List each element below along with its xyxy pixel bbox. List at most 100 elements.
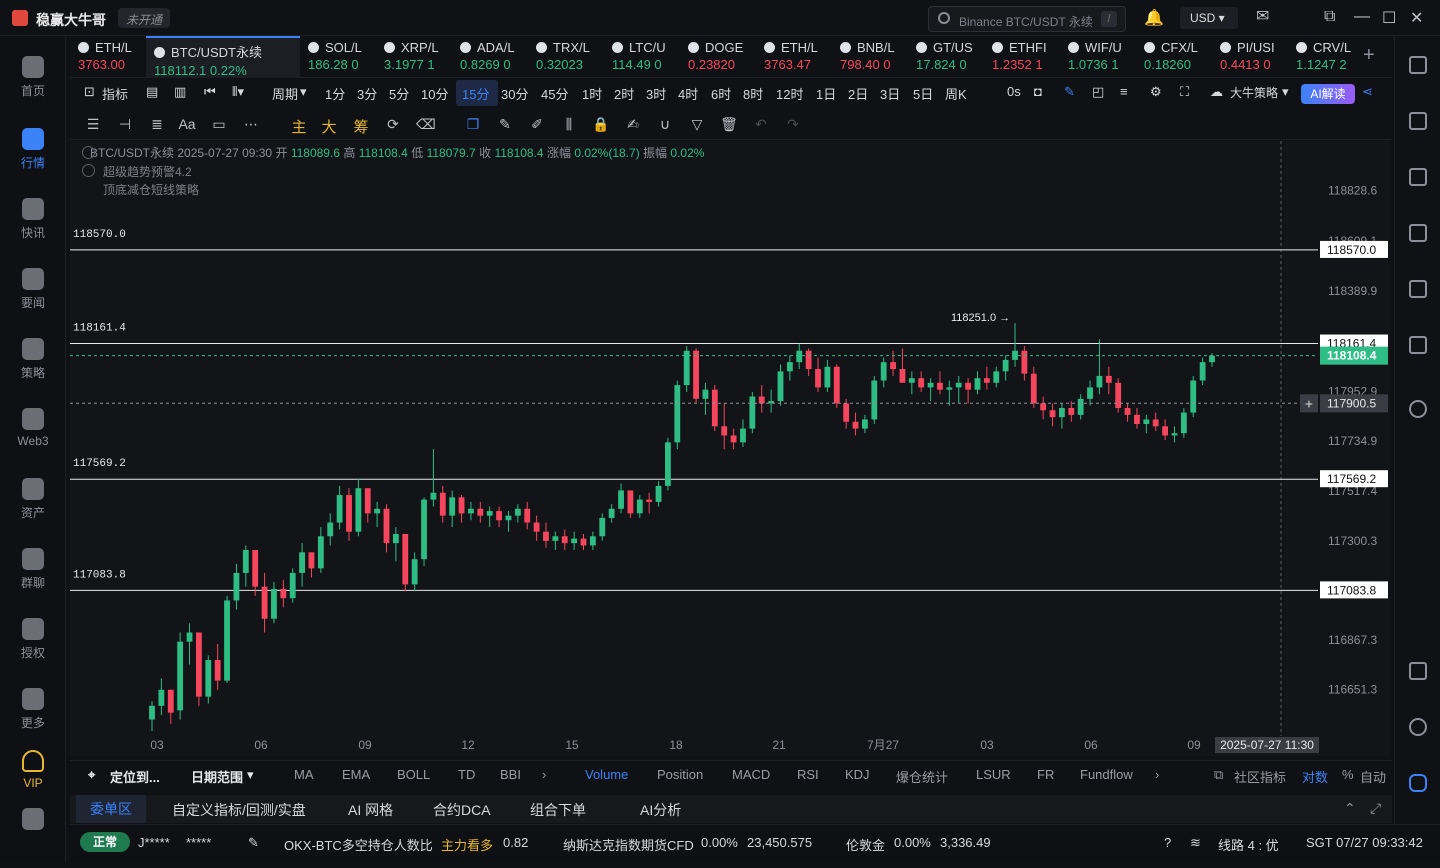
sub-indicator-tab[interactable]: RSI	[797, 767, 819, 782]
bell-icon[interactable]: 🔔	[1144, 8, 1164, 28]
maximize-icon[interactable]: ☐	[1382, 8, 1396, 28]
share-icon[interactable]: ⋖	[1362, 84, 1373, 100]
lines-icon[interactable]: ≡	[1120, 84, 1128, 99]
interval-17[interactable]: 5日	[913, 84, 933, 103]
brush-icon[interactable]: ✐	[528, 116, 546, 134]
ticker-tab[interactable]: CFX/L 0.18260	[1136, 36, 1212, 78]
ticker-tab[interactable]: XRP/L 3.1977 1	[376, 36, 452, 78]
compass-icon[interactable]	[1409, 400, 1427, 418]
interval-0[interactable]: 1分	[325, 84, 345, 103]
period-select[interactable]: 周期	[272, 84, 298, 103]
interval-11[interactable]: 6时	[711, 84, 731, 103]
ticker-tab[interactable]: CRV/L 1.1247 2	[1288, 36, 1364, 78]
main-indicator-tab[interactable]: EMA	[342, 767, 370, 782]
interval-14[interactable]: 1日	[816, 84, 836, 103]
order-tab[interactable]: 自定义指标/回测/实盘	[172, 800, 306, 820]
calendar-icon[interactable]: ▤	[146, 84, 158, 100]
big-order-button[interactable]: 大	[320, 116, 338, 136]
sidebar-item[interactable]: VIP	[0, 750, 66, 810]
sidebar-item[interactable]: 授权	[0, 618, 66, 678]
minimize-icon[interactable]: —	[1354, 8, 1370, 26]
magnet-icon[interactable]: ∪	[656, 116, 674, 134]
layout-icon[interactable]	[1409, 662, 1427, 680]
refresh-draw-icon[interactable]: ⟳	[384, 116, 402, 134]
main-indicator-tab[interactable]: TD	[458, 767, 475, 782]
sidebar-item[interactable]: 行情	[0, 128, 66, 188]
indicator-icon[interactable]: ⊡	[84, 84, 95, 100]
help-icon[interactable]: ?	[1164, 835, 1171, 850]
sidebar-item[interactable]: 群聊	[0, 548, 66, 608]
fullscreen-icon[interactable]: ⛶	[1180, 84, 1189, 100]
sidebar-item[interactable]: 更多	[0, 688, 66, 748]
interval-16[interactable]: 3日	[880, 84, 900, 103]
chevron-right-icon[interactable]: ›	[542, 767, 546, 782]
interval-4[interactable]: 15分	[462, 84, 489, 103]
ruler-icon[interactable]: ▭	[210, 116, 228, 134]
interval-7[interactable]: 1时	[582, 84, 602, 103]
candlestick-chart[interactable]: 118828.6118609.1118389.9118170.6117952.9…	[70, 141, 1390, 756]
locate-icon[interactable]: ⌖	[88, 767, 95, 783]
eraser-icon[interactable]: ⌫	[416, 116, 436, 134]
interval-18[interactable]: 周K	[945, 84, 967, 103]
font-button[interactable]: Aa	[178, 116, 196, 134]
ticker-tab[interactable]: DOGE 0.23820	[680, 36, 756, 78]
pattern-icon[interactable]: ⫼	[560, 116, 578, 134]
main-indicator-tab[interactable]: MA	[294, 767, 314, 782]
chip-button[interactable]: 筹	[352, 116, 370, 136]
ticker-tab[interactable]: TRX/L 0.32023	[528, 36, 604, 78]
chevron-right-icon[interactable]: ›	[1155, 767, 1159, 782]
dollar-icon[interactable]	[1409, 168, 1427, 186]
ticker-tab[interactable]: LTC/U 114.49 0	[604, 36, 680, 78]
sub-indicator-tab[interactable]: LSUR	[976, 767, 1011, 782]
menu-icon[interactable]: ☰	[84, 116, 102, 134]
community-indicators[interactable]: 社区指标	[1234, 767, 1286, 786]
ticker-tab[interactable]: PI/USI 0.4413 0	[1212, 36, 1288, 78]
close-icon[interactable]: ✕	[1410, 8, 1423, 28]
ticker-tab[interactable]: WIF/U 1.0736 1	[1060, 36, 1136, 78]
multi-line-icon[interactable]: ≣	[148, 116, 166, 134]
ticker-tab[interactable]: ETH/L 3763.47	[756, 36, 832, 78]
sidebar-item[interactable]: Web3	[0, 408, 66, 468]
ticker-tab[interactable]: ETH/L 3763.00	[70, 36, 146, 78]
sub-indicator-tab[interactable]: 爆仓统计	[896, 767, 948, 786]
sidebar-item[interactable]: 首页	[0, 56, 66, 116]
ticker-tab[interactable]: ETHFI 1.2352 1	[984, 36, 1060, 78]
collapse-indicator-icon[interactable]	[82, 164, 95, 177]
interval-9[interactable]: 3时	[646, 84, 666, 103]
indicator-button[interactable]: 指标	[102, 84, 128, 103]
interval-8[interactable]: 2时	[614, 84, 634, 103]
lock-icon[interactable]: 🔒	[592, 116, 610, 134]
sidebar-item[interactable]: 资产	[0, 478, 66, 538]
replay-icon[interactable]: ⏮	[204, 84, 216, 100]
expand-icon[interactable]: ⤢	[1370, 800, 1381, 817]
document-icon[interactable]	[1409, 112, 1427, 130]
sidebar-item[interactable]: 策略	[0, 338, 66, 398]
pencil-icon[interactable]: ✎	[1064, 84, 1075, 100]
interval-1[interactable]: 3分	[357, 84, 377, 103]
layout-grid-icon[interactable]: ▥	[174, 84, 186, 100]
sidebar-item[interactable]: 要闻	[0, 268, 66, 328]
main-indicator-tab[interactable]: BOLL	[397, 767, 430, 782]
filter-icon[interactable]: ▽	[688, 116, 706, 134]
order-tab[interactable]: AI分析	[640, 800, 681, 820]
more-dots-icon[interactable]: ⋯	[242, 116, 260, 134]
symbol-search-input[interactable]: Binance BTC/USDT 永续 /	[928, 6, 1126, 32]
popout-icon[interactable]: ⧉	[1324, 8, 1335, 26]
card-icon[interactable]	[1409, 336, 1427, 354]
ticker-tab[interactable]: ADA/L 0.8269 0	[452, 36, 528, 78]
line-status[interactable]: 线路 4 : 优	[1218, 835, 1279, 854]
add-ticker-icon[interactable]: +	[1363, 44, 1375, 67]
gear-icon[interactable]: ⚙	[1150, 84, 1162, 100]
nasdaq-label[interactable]: 纳斯达克指数期货CFD	[563, 835, 694, 854]
list-icon[interactable]	[1409, 56, 1427, 74]
order-tab[interactable]: 合约DCA	[433, 800, 491, 820]
ticker-tab[interactable]: BTC/USDT永续 118112.1 0.22%	[146, 36, 300, 78]
edit-icon[interactable]: ✍	[624, 116, 642, 134]
sidebar-item[interactable]	[0, 808, 66, 868]
interval-6[interactable]: 45分	[541, 84, 568, 103]
undo-icon[interactable]: ↶	[752, 116, 770, 134]
trash-icon[interactable]: 🗑	[720, 116, 738, 134]
ticker-tab[interactable]: GT/US 17.824 0	[908, 36, 984, 78]
indicator-label[interactable]: 超级趋势预警4.2	[103, 163, 192, 180]
pen-icon[interactable]: ✎	[496, 116, 514, 134]
